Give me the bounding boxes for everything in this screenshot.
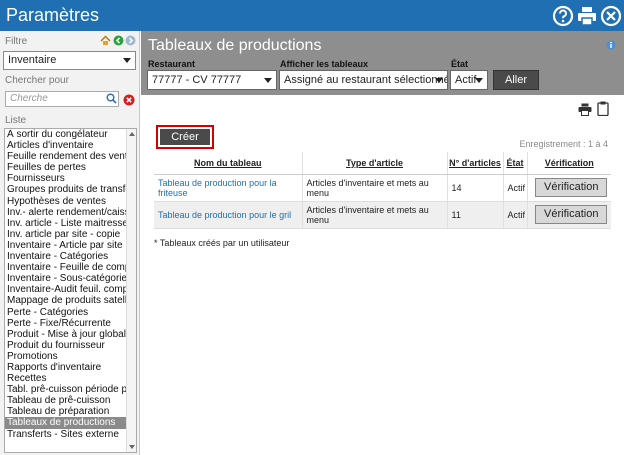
list-item[interactable]: Feuilles de pertes: [5, 162, 126, 173]
search-label: Chercher pour: [5, 75, 69, 86]
item-count-cell: 11: [447, 201, 504, 229]
restaurant-label: Restaurant: [148, 59, 196, 69]
scroll-up-icon[interactable]: [129, 132, 135, 136]
header-table-name[interactable]: Nom du tableau: [154, 152, 303, 175]
search-icon[interactable]: [106, 93, 117, 104]
filter-banner: Tableaux de productions Restaurant 77777…: [141, 31, 624, 95]
chevron-down-icon: [123, 58, 131, 63]
show-tables-value: Assigné au restaurant sélectionné: [284, 74, 448, 86]
state-value: Actif: [455, 74, 477, 86]
list-item[interactable]: Produit - Mise à jour globale: [5, 329, 126, 340]
print-icon[interactable]: [576, 5, 598, 27]
home-icon[interactable]: [100, 35, 111, 46]
list-item[interactable]: Hypothèses de ventes: [5, 196, 126, 207]
settings-list: À sortir du congélateur Articles d'invent…: [4, 128, 137, 453]
table-header-row: Nom du tableau Type d'article N° d'artic…: [154, 152, 611, 175]
list-item[interactable]: À sortir du congélateur: [5, 129, 126, 140]
clear-icon[interactable]: [123, 94, 135, 106]
item-count-cell: 14: [447, 174, 504, 202]
list-item[interactable]: Inv. article par site - copie: [5, 229, 126, 240]
title-bar: Paramètres: [0, 0, 624, 31]
list-item[interactable]: Recettes: [5, 373, 126, 384]
item-type-cell: Articles d'inventaire et mets au menu: [302, 174, 448, 202]
list-item[interactable]: Tableaux de productions: [5, 417, 126, 429]
search-input[interactable]: Cherche: [5, 91, 119, 107]
chevron-down-icon: [475, 78, 483, 83]
list-item[interactable]: Inventaire - Feuille de compte: [5, 262, 126, 273]
filter-select[interactable]: Inventaire: [3, 51, 136, 70]
close-icon[interactable]: [600, 5, 622, 27]
table-name-link[interactable]: Tableau de production pour la friteuse: [154, 174, 303, 202]
verification-button[interactable]: Vérification: [535, 178, 608, 197]
list-item[interactable]: Tableau de prê-cuisson: [5, 395, 126, 406]
list-item[interactable]: Inv. article - Liste maitresse: [5, 218, 126, 229]
state-cell: Actif: [503, 174, 528, 202]
window-title: Paramètres: [6, 5, 100, 25]
list-item[interactable]: Inventaire - Catégories: [5, 251, 126, 262]
search-placeholder: Cherche: [10, 93, 48, 104]
restaurant-select[interactable]: 77777 - CV 77777: [147, 70, 277, 90]
record-count: Enregistrement : 1 à 4: [519, 139, 608, 149]
sidebar: Filtre Inventaire Chercher pour Cherche …: [0, 31, 140, 455]
filter-label: Filtre: [5, 36, 28, 47]
verification-button[interactable]: Vérification: [535, 205, 608, 224]
state-select[interactable]: Actif: [450, 70, 488, 90]
clipboard-icon[interactable]: [597, 101, 609, 116]
content-area: Créer Enregistrement : 1 à 4 Nom du tabl…: [141, 95, 624, 455]
help-icon[interactable]: [552, 5, 574, 27]
show-tables-select[interactable]: Assigné au restaurant sélectionné: [279, 70, 448, 90]
filter-select-value: Inventaire: [8, 54, 57, 66]
list-item[interactable]: Inventaire - Sous-catégorie: [5, 273, 126, 284]
production-tables-grid: Nom du tableau Type d'article N° d'artic…: [154, 152, 611, 229]
header-item-count[interactable]: N° d'articles: [447, 152, 504, 175]
list-item[interactable]: Mappage de produits satellite: [5, 295, 126, 306]
main-panel: Tableaux de productions Restaurant 77777…: [141, 31, 624, 455]
list-scrollbar[interactable]: [126, 129, 136, 452]
list-items: À sortir du congélateur Articles d'invent…: [5, 129, 136, 440]
list-item[interactable]: Tabl. prê-cuisson période pers: [5, 384, 126, 395]
list-item[interactable]: Fournisseurs: [5, 173, 126, 184]
state-label: État: [451, 59, 469, 69]
list-item[interactable]: Feuille rendement des ventes: [5, 151, 126, 162]
list-item[interactable]: Inventaire - Article par site: [5, 240, 126, 251]
state-cell: Actif: [503, 201, 528, 229]
list-item[interactable]: Inventaire-Audit feuil. compte: [5, 284, 126, 295]
create-button-highlight: Créer: [156, 125, 214, 149]
scroll-down-icon[interactable]: [129, 445, 135, 449]
page-title: Tableaux de productions: [148, 37, 322, 54]
list-item[interactable]: Inv.- alerte rendement/caisse: [5, 207, 126, 218]
create-button[interactable]: Créer: [160, 129, 210, 145]
verification-cell: Vérification: [527, 201, 611, 229]
list-label: Liste: [5, 115, 27, 126]
verification-cell: Vérification: [527, 174, 611, 202]
list-item[interactable]: Articles d'inventaire: [5, 140, 126, 151]
chevron-down-icon: [435, 78, 443, 83]
header-state[interactable]: État: [503, 152, 528, 175]
list-item[interactable]: Tableau de préparation: [5, 406, 126, 417]
list-item[interactable]: Produit du fournisseur: [5, 340, 126, 351]
back-icon[interactable]: [113, 35, 124, 46]
table-name-link[interactable]: Tableau de production pour le gril: [154, 201, 303, 229]
list-item[interactable]: Perte - Fixe/Récurrente: [5, 318, 126, 329]
restaurant-value: 77777 - CV 77777: [152, 74, 242, 86]
footnote: * Tableaux créés par un utilisateur: [154, 238, 290, 248]
table-row: Tableau de production pour la friteuse A…: [154, 174, 611, 202]
list-item[interactable]: Transferts - Sites externe: [5, 429, 126, 440]
header-verification: Vérification: [527, 152, 611, 175]
go-button[interactable]: Aller: [493, 70, 539, 90]
header-item-type[interactable]: Type d'article: [302, 152, 448, 175]
list-item[interactable]: Groupes produits de transfert: [5, 184, 126, 195]
item-type-cell: Articles d'inventaire et mets au menu: [302, 201, 448, 229]
chevron-down-icon: [264, 78, 272, 83]
info-icon[interactable]: [606, 40, 616, 50]
list-item[interactable]: Perte - Catégories: [5, 307, 126, 318]
list-item[interactable]: Promotions: [5, 351, 126, 362]
print-icon[interactable]: [578, 103, 592, 116]
forward-icon[interactable]: [125, 35, 136, 46]
show-tables-label: Afficher les tableaux: [280, 59, 369, 69]
list-item[interactable]: Rapports d'inventaire: [5, 362, 126, 373]
table-row: Tableau de production pour le gril Artic…: [154, 201, 611, 229]
